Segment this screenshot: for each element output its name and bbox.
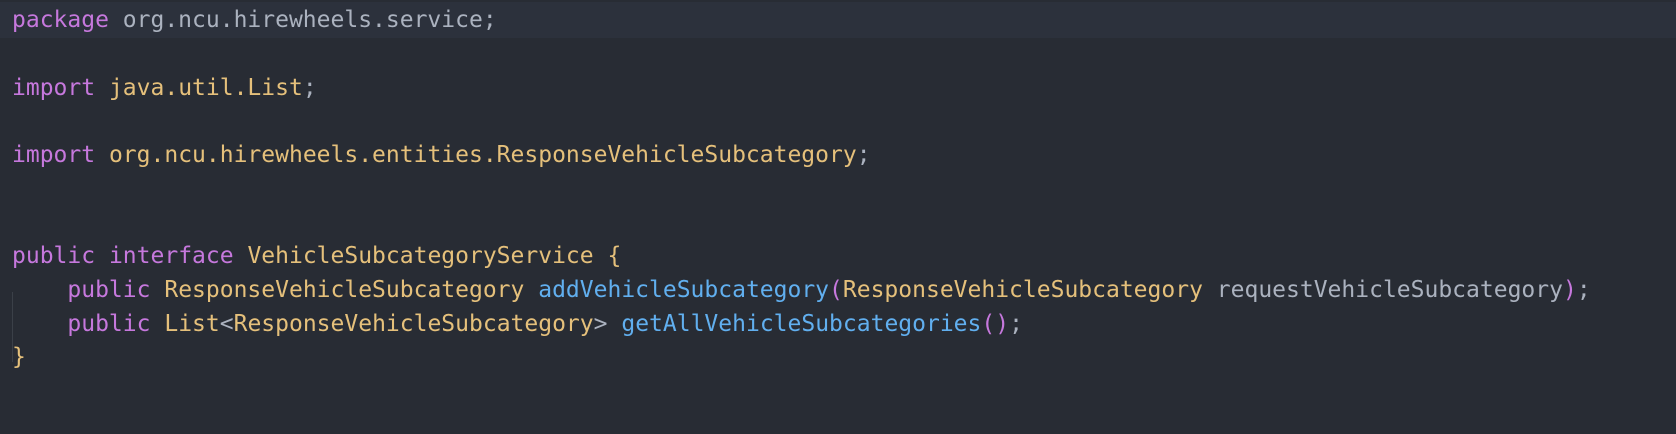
keyword-import: import xyxy=(12,75,96,101)
code-line-close-brace[interactable]: } xyxy=(0,339,1676,375)
param-name: requestVehicleSubcategory xyxy=(1216,277,1563,303)
param-type: ResponseVehicleSubcategory xyxy=(842,277,1203,303)
code-line-import-entity[interactable]: import org.ncu.hirewheels.entities.Respo… xyxy=(0,137,1676,173)
code-line-import-list[interactable]: import java.util.List; xyxy=(0,70,1676,106)
close-paren: ) xyxy=(1562,277,1577,303)
open-brace: { xyxy=(607,243,622,269)
code-editor[interactable]: package org.ncu.hirewheels.service; impo… xyxy=(0,0,1676,434)
semicolon: ; xyxy=(1009,311,1023,337)
open-paren: ( xyxy=(829,277,843,303)
package-name: org.ncu.hirewheels.service xyxy=(122,7,483,33)
import-path: org.ncu.hirewheels.entities.ResponseVehi… xyxy=(108,142,857,168)
code-line-add-method[interactable]: public ResponseVehicleSubcategory addVeh… xyxy=(0,272,1676,308)
method-name: getAllVehicleSubcategories xyxy=(621,311,982,337)
code-line-getall-method[interactable]: public List<ResponseVehicleSubcategory> … xyxy=(0,306,1676,342)
return-type-base: List xyxy=(164,311,220,337)
return-type-arg: ResponseVehicleSubcategory xyxy=(233,311,594,337)
import-path: java.util.List xyxy=(108,75,303,101)
close-paren: ) xyxy=(995,311,1010,337)
semicolon: ; xyxy=(302,75,317,101)
keyword-import: import xyxy=(12,142,96,168)
open-paren: ( xyxy=(981,311,996,337)
code-line-interface-decl[interactable]: public interface VehicleSubcategoryServi… xyxy=(0,238,1676,274)
generic-close: > xyxy=(593,311,608,337)
generic-open: < xyxy=(219,311,234,337)
return-type: ResponseVehicleSubcategory xyxy=(164,277,525,303)
keyword-public: public xyxy=(67,277,151,303)
semicolon: ; xyxy=(856,142,871,168)
keyword-package: package xyxy=(12,7,109,33)
semicolon: ; xyxy=(482,7,497,33)
semicolon: ; xyxy=(1576,277,1591,303)
method-name: addVehicleSubcategory xyxy=(538,277,830,303)
close-brace: } xyxy=(12,344,26,370)
interface-name: VehicleSubcategoryService xyxy=(247,243,594,269)
keyword-interface: interface xyxy=(108,243,234,269)
keyword-public: public xyxy=(12,243,96,269)
code-line-package[interactable]: package org.ncu.hirewheels.service; xyxy=(0,2,1676,38)
keyword-public: public xyxy=(67,311,151,337)
